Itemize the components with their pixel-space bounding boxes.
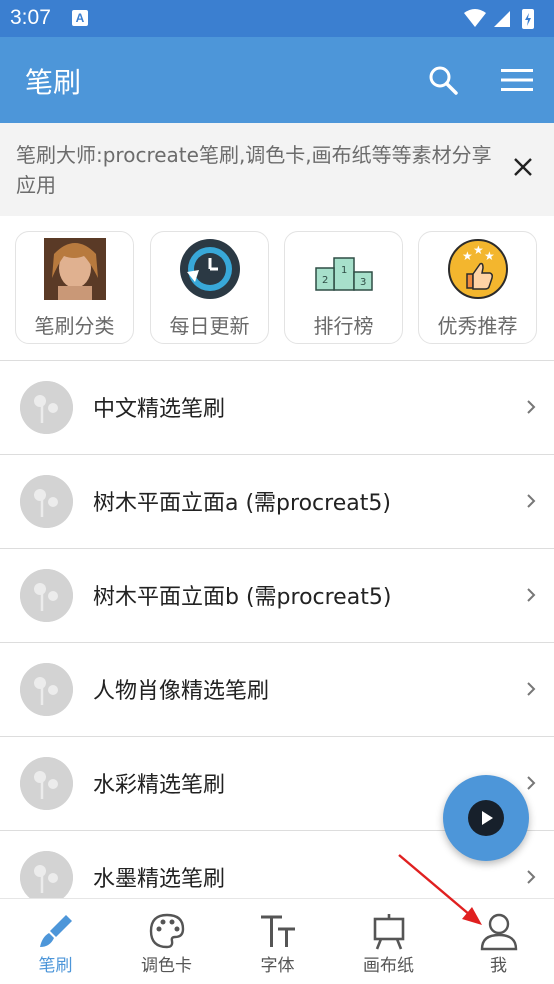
person-icon: [480, 913, 518, 951]
svg-text:★: ★: [484, 249, 495, 263]
svg-text:★: ★: [473, 243, 484, 257]
quick-link-brush-categories[interactable]: 笔刷分类: [15, 231, 134, 344]
quick-link-daily-updates[interactable]: 每日更新: [150, 231, 269, 344]
svg-text:★: ★: [462, 249, 473, 263]
status-time: 3:07: [10, 6, 51, 29]
svg-text:1: 1: [341, 265, 347, 276]
signal-icon: [494, 11, 510, 27]
quick-link-recommended[interactable]: ★ ★ ★ 优秀推荐: [418, 231, 537, 344]
play-icon: [468, 800, 504, 836]
status-icons: [464, 9, 534, 29]
banner-text: 笔刷大师:procreate笔刷,调色卡,画布纸等等素材分享应用: [16, 143, 492, 197]
chevron-right-icon: [527, 494, 536, 508]
flower-placeholder-icon: [20, 475, 73, 528]
list-item-label: 水墨精选笔刷: [93, 867, 226, 892]
nav-item-palette[interactable]: 调色卡: [111, 899, 222, 984]
status-bar: 3:07 A: [0, 0, 554, 37]
svg-text:2: 2: [322, 275, 328, 286]
chevron-right-icon: [527, 870, 536, 884]
quick-link-label: 优秀推荐: [437, 314, 518, 338]
bottom-nav: 笔刷 调色卡 字体 画布纸 我: [0, 898, 554, 984]
nav-item-canvas[interactable]: 画布纸: [333, 899, 444, 984]
list-item[interactable]: 树木平面立面a (需procreat5): [0, 454, 554, 548]
list-item-label: 树木平面立面b (需procreat5): [93, 585, 392, 610]
nav-label: 画布纸: [363, 956, 414, 976]
play-fab-button[interactable]: [443, 775, 529, 861]
list-item[interactable]: 中文精选笔刷: [0, 360, 554, 454]
quick-link-label: 排行榜: [313, 314, 374, 338]
flower-placeholder-icon: [20, 381, 73, 434]
page-title: 笔刷: [25, 66, 82, 99]
chevron-right-icon: [527, 682, 536, 696]
wifi-icon: [464, 9, 486, 27]
announcement-banner: 笔刷大师:procreate笔刷,调色卡,画布纸等等素材分享应用: [0, 123, 554, 216]
quick-link-label: 笔刷分类: [34, 314, 115, 338]
list-item-label: 中文精选笔刷: [93, 397, 226, 422]
list-item-label: 人物肖像精选笔刷: [93, 679, 270, 704]
list-item[interactable]: 树木平面立面b (需procreat5): [0, 548, 554, 642]
chevron-right-icon: [527, 400, 536, 414]
svg-text:3: 3: [360, 277, 366, 288]
list-item-label: 水彩精选笔刷: [93, 773, 226, 798]
nav-item-me[interactable]: 我: [443, 899, 554, 984]
flower-placeholder-icon: [20, 569, 73, 622]
thumbs-up-stars-icon: ★ ★ ★: [448, 239, 508, 299]
nav-item-font[interactable]: 字体: [222, 899, 333, 984]
notification-icon: A: [72, 10, 88, 26]
palette-icon: [149, 913, 185, 949]
quick-links: 笔刷分类 每日更新 1 2 3 排行榜 ★ ★ ★ 优秀推荐: [0, 216, 554, 360]
clock-refresh-icon: [180, 239, 240, 299]
flower-placeholder-icon: [20, 757, 73, 810]
list-item[interactable]: 人物肖像精选笔刷: [0, 642, 554, 736]
portrait-photo-icon: [44, 238, 106, 300]
nav-label: 我: [490, 956, 507, 976]
quick-link-label: 每日更新: [169, 314, 250, 338]
list-item-label: 树木平面立面a (需procreat5): [93, 491, 391, 516]
app-bar: 笔刷: [0, 37, 554, 123]
nav-label: 字体: [260, 956, 295, 976]
flower-placeholder-icon: [20, 851, 73, 904]
easel-icon: [373, 914, 405, 950]
brush-icon: [40, 915, 72, 947]
search-icon[interactable]: [428, 65, 458, 95]
menu-icon[interactable]: [501, 67, 533, 93]
podium-icon: 1 2 3: [315, 257, 373, 291]
nav-label: 笔刷: [38, 956, 73, 976]
quick-link-ranking[interactable]: 1 2 3 排行榜: [284, 231, 403, 344]
nav-item-brush[interactable]: 笔刷: [0, 899, 111, 984]
flower-placeholder-icon: [20, 663, 73, 716]
nav-label: 调色卡: [141, 956, 192, 976]
font-icon: [261, 915, 295, 947]
chevron-right-icon: [527, 588, 536, 602]
close-icon[interactable]: [512, 156, 534, 178]
chevron-right-icon: [527, 776, 536, 790]
